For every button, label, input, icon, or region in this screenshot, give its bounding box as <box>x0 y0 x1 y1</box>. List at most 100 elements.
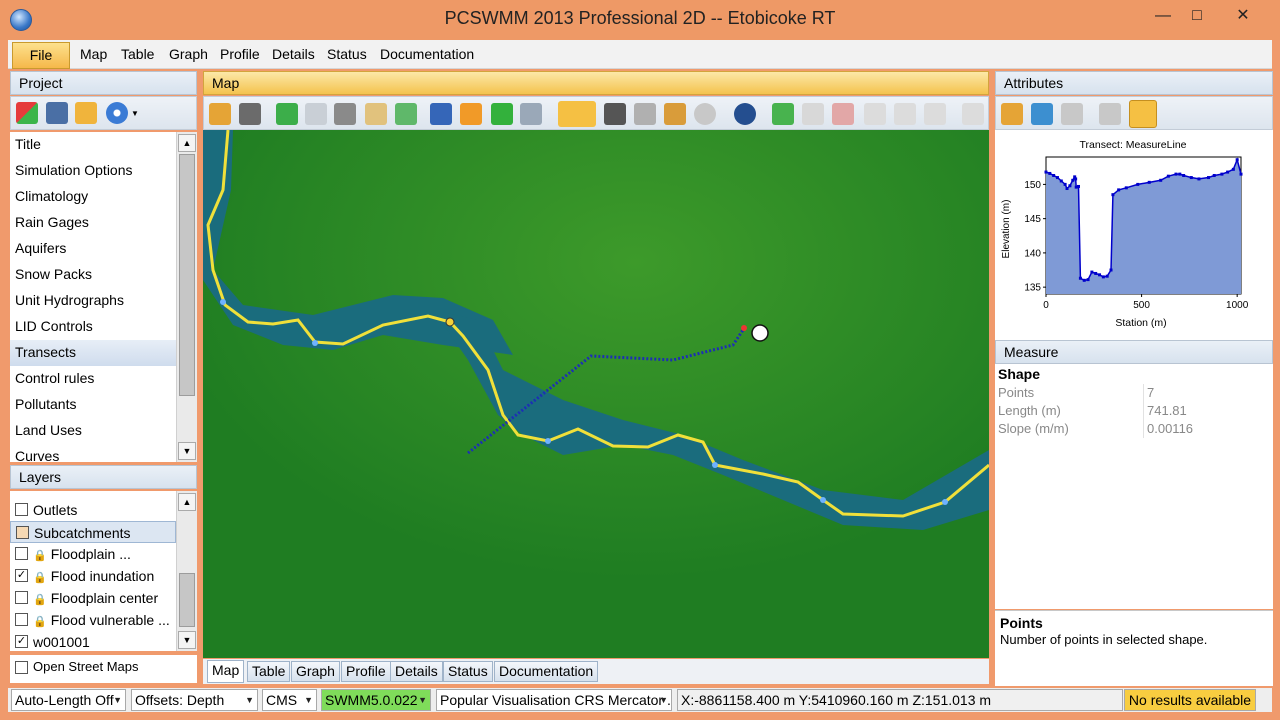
scissors-tool-icon[interactable] <box>634 103 656 125</box>
menu-documentation[interactable]: Documentation <box>380 46 474 62</box>
menu-profile[interactable]: Profile <box>220 46 260 62</box>
measure-row-length[interactable]: Length (m) 741.81 <box>995 402 1273 420</box>
node-point[interactable] <box>712 462 718 468</box>
node-point[interactable] <box>820 497 826 503</box>
layer-checkbox[interactable] <box>15 503 28 516</box>
project-item-unit-hydrographs[interactable]: Unit Hydrographs <box>10 288 176 314</box>
tab-graph[interactable]: Graph <box>291 661 340 682</box>
layer-flood-inundation[interactable]: ✓ 🔒 Flood inundation <box>10 565 176 587</box>
refresh-dropdown-icon[interactable]: ▼ <box>131 109 139 118</box>
globe-icon[interactable] <box>734 103 756 125</box>
engine-dropdown[interactable]: SWMM5.0.022 ▼ <box>321 689 431 711</box>
crs-dropdown[interactable]: Popular Visualisation CRS Mercator ... ▼ <box>436 689 672 711</box>
project-item-rain-gages[interactable]: Rain Gages <box>10 210 176 236</box>
eraser-icon[interactable] <box>239 103 261 125</box>
node-point[interactable] <box>445 317 455 327</box>
scroll-down-icon[interactable]: ▼ <box>178 631 196 649</box>
pointer-icon[interactable] <box>460 103 482 125</box>
layer-checkbox[interactable] <box>16 526 29 539</box>
measure-row-points[interactable]: Points 7 <box>995 384 1273 402</box>
node-point[interactable] <box>220 299 226 305</box>
tab-status[interactable]: Status <box>443 661 493 682</box>
layers-stack-icon[interactable] <box>305 103 327 125</box>
scroll-thumb[interactable] <box>179 573 195 627</box>
lock-layer-icon[interactable] <box>334 103 356 125</box>
layer-checkbox[interactable]: ✓ <box>15 569 28 582</box>
select-arrow-icon[interactable] <box>430 103 452 125</box>
node-point[interactable] <box>312 340 318 346</box>
measure-tool-icon[interactable] <box>558 101 596 127</box>
project-item-lid-controls[interactable]: LID Controls <box>10 314 176 340</box>
project-item-simulation-options[interactable]: Simulation Options <box>10 158 176 184</box>
attr-transect-icon[interactable] <box>1129 100 1157 128</box>
menu-table[interactable]: Table <box>121 46 154 62</box>
layer-flood-vulnerable[interactable]: 🔒 Flood vulnerable ... <box>10 609 176 631</box>
layer-floodplain-center[interactable]: 🔒 Floodplain center <box>10 587 176 609</box>
map-canvas[interactable] <box>203 130 989 658</box>
project-item-pollutants[interactable]: Pollutants <box>10 392 176 418</box>
tab-profile[interactable]: Profile <box>341 661 391 682</box>
tab-table[interactable]: Table <box>247 661 291 682</box>
layer-subcatchments[interactable]: Subcatchments <box>10 521 176 543</box>
menu-graph[interactable]: Graph <box>169 46 208 62</box>
project-item-land-uses[interactable]: Land Uses <box>10 418 176 444</box>
layer-checkbox[interactable] <box>15 591 28 604</box>
bucket-icon[interactable] <box>832 103 854 125</box>
add-icon[interactable] <box>491 103 513 125</box>
file-menu-button[interactable]: File <box>12 42 70 69</box>
offsets-dropdown[interactable]: Offsets: Depth ▼ <box>131 689 258 711</box>
project-item-curves[interactable]: Curves <box>10 444 176 462</box>
layer-checkbox[interactable]: ✓ <box>15 635 28 648</box>
project-item-title[interactable]: Title <box>10 132 176 158</box>
attr-grid-icon[interactable] <box>1099 103 1121 125</box>
measure-row-slope[interactable]: Slope (m/m) 0.00116 <box>995 420 1273 438</box>
scroll-thumb[interactable] <box>179 154 195 396</box>
zoom-icon[interactable] <box>520 103 542 125</box>
auto-length-dropdown[interactable]: Auto-Length Off ▼ <box>11 689 126 711</box>
layer-w001001[interactable]: ✓ w001001 <box>10 631 176 651</box>
tab-details[interactable]: Details <box>390 661 443 682</box>
project-item-climatology[interactable]: Climatology <box>10 184 176 210</box>
project-item-snow-packs[interactable]: Snow Packs <box>10 262 176 288</box>
maximize-icon[interactable]: □ <box>1177 4 1217 28</box>
project-item-transects[interactable]: Transects <box>10 340 176 366</box>
layers-green-icon[interactable] <box>395 103 417 125</box>
full-extent-icon[interactable] <box>772 103 794 125</box>
save-icon[interactable] <box>46 102 68 124</box>
delete-icon[interactable] <box>962 103 984 125</box>
project-scrollbar[interactable]: ▲ ▼ <box>176 132 197 462</box>
tab-documentation[interactable]: Documentation <box>494 661 599 682</box>
pencil-icon[interactable] <box>802 103 824 125</box>
osm-checkbox[interactable] <box>15 661 28 674</box>
open-folder-icon[interactable] <box>75 102 97 124</box>
layer-floodplain[interactable]: 🔒 Floodplain ... <box>10 543 176 565</box>
project-item-aquifers[interactable]: Aquifers <box>10 236 176 262</box>
copy-icon[interactable] <box>894 103 916 125</box>
attr-table-icon[interactable] <box>1031 103 1053 125</box>
units-dropdown[interactable]: CMS ▼ <box>262 689 317 711</box>
attr-props-icon[interactable] <box>1001 103 1023 125</box>
open-street-maps-row[interactable]: Open Street Maps <box>10 655 197 683</box>
node-point[interactable] <box>942 499 948 505</box>
new-project-icon[interactable] <box>16 102 38 124</box>
layer-props-icon[interactable] <box>209 103 231 125</box>
add-layer-icon[interactable] <box>276 103 298 125</box>
paste-icon[interactable] <box>924 103 946 125</box>
attr-chart-icon[interactable] <box>1061 103 1083 125</box>
node-point[interactable] <box>545 438 551 444</box>
tab-map[interactable]: Map <box>207 660 245 683</box>
layer-outlets[interactable]: Outlets <box>10 499 176 521</box>
layer-checkbox[interactable] <box>15 547 28 560</box>
layers-scrollbar[interactable]: ▲ ▼ <box>176 491 197 651</box>
menu-details[interactable]: Details <box>272 46 315 62</box>
scroll-down-icon[interactable]: ▼ <box>178 442 196 460</box>
refresh-icon[interactable] <box>106 102 128 124</box>
map-svg[interactable] <box>203 130 989 658</box>
layers-yellow-icon[interactable] <box>365 103 387 125</box>
layer-checkbox[interactable] <box>15 613 28 626</box>
scroll-up-icon[interactable]: ▲ <box>178 493 196 511</box>
close-icon[interactable]: ✕ <box>1223 4 1263 28</box>
paint-icon[interactable] <box>664 103 686 125</box>
cut-icon[interactable] <box>864 103 886 125</box>
project-item-control-rules[interactable]: Control rules <box>10 366 176 392</box>
